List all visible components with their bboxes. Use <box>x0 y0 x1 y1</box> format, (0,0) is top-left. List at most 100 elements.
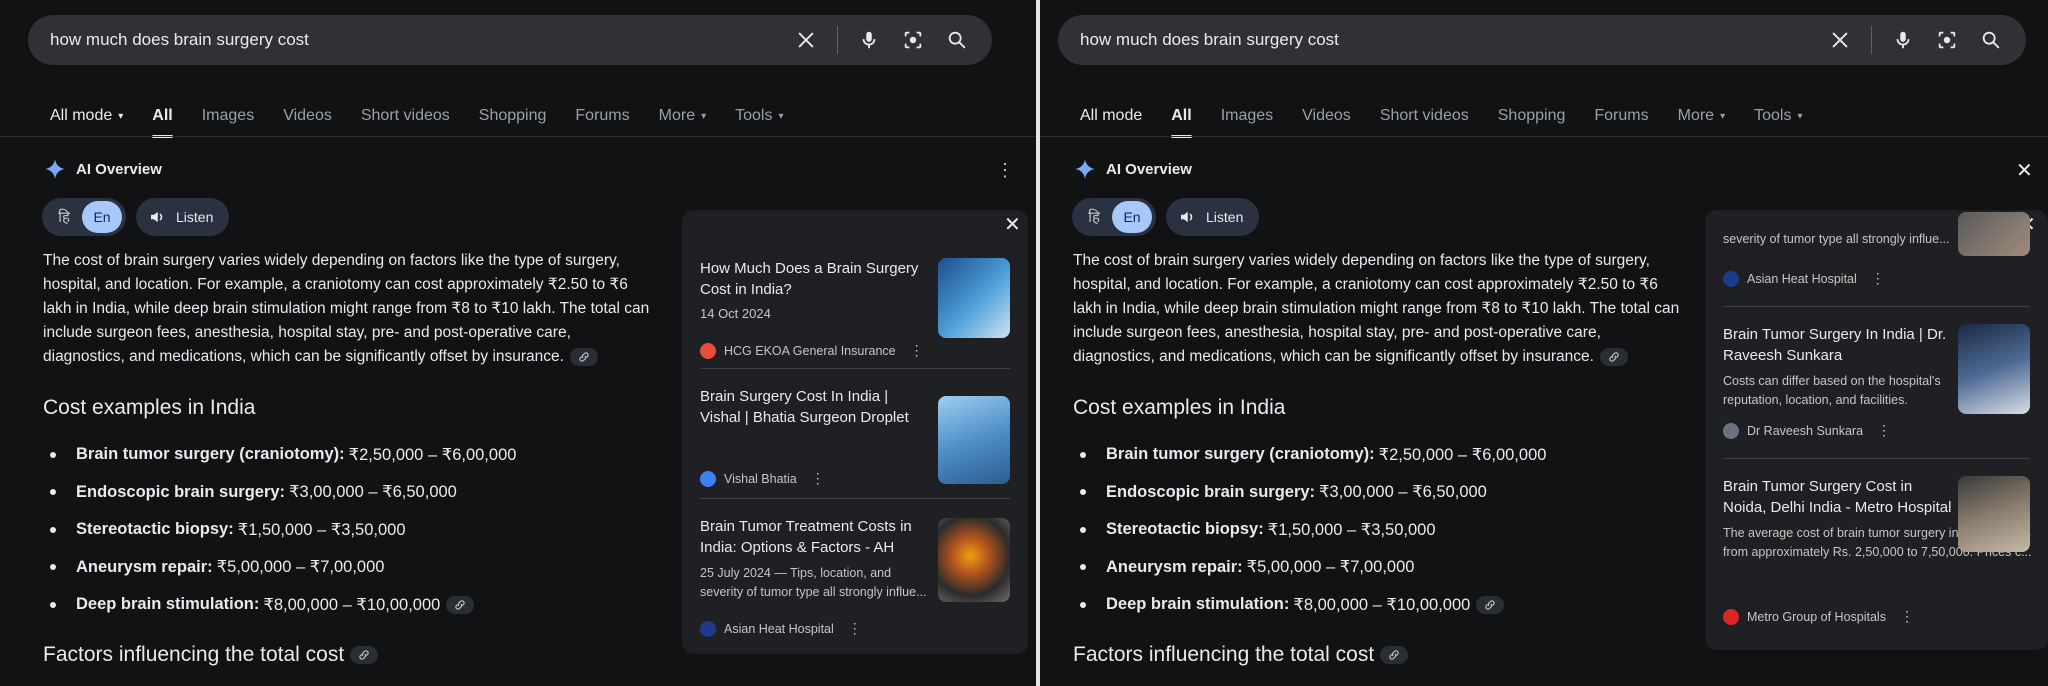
source-site[interactable]: HCG EKOA General Insurance ⋮ <box>700 342 924 359</box>
source-title[interactable]: Brain Tumor Treatment Costs in India: Op… <box>700 516 932 558</box>
link-icon[interactable] <box>446 595 475 614</box>
tab-videos[interactable]: Videos <box>1302 98 1351 134</box>
left-screenshot: how much does brain surgery cost All mod… <box>0 0 1036 686</box>
link-icon[interactable] <box>1380 646 1409 664</box>
cost-range: ₹3,00,000 – ₹6,50,000 <box>1319 483 1487 502</box>
cost-range: ₹1,50,000 – ₹3,50,000 <box>237 520 406 539</box>
thumbnail-image[interactable] <box>938 396 1010 484</box>
tab-images[interactable]: Images <box>202 98 254 134</box>
source-name: HCG EKOA General Insurance <box>724 343 896 358</box>
clear-icon[interactable] <box>1827 27 1853 53</box>
tab-all[interactable]: All <box>152 98 174 138</box>
link-icon[interactable] <box>569 347 598 366</box>
tab-all[interactable]: All <box>1171 98 1193 138</box>
favicon-icon <box>700 470 716 487</box>
search-bar[interactable]: how much does brain surgery cost <box>1058 15 2026 65</box>
search-divider <box>1871 26 1872 54</box>
source-card[interactable]: severity of tumor type all strongly infl… <box>1723 212 2030 292</box>
search-icon[interactable] <box>944 27 970 53</box>
more-options-icon[interactable]: ⋮ <box>848 620 862 637</box>
search-input[interactable]: how much does brain surgery cost <box>1058 30 1827 50</box>
list-item: Deep brain stimulation: ₹8,00,000 – ₹10,0… <box>50 586 516 624</box>
source-card[interactable]: Brain Tumor Surgery Cost in Noida, Delhi… <box>1723 476 2031 636</box>
source-title[interactable]: Brain Surgery Cost In India | Vishal | B… <box>700 386 932 428</box>
close-icon[interactable]: ✕ <box>1004 212 1021 237</box>
source-title[interactable]: How Much Does a Brain Surgery Cost in In… <box>700 258 932 300</box>
mic-icon[interactable] <box>856 27 882 53</box>
source-card[interactable]: How Much Does a Brain Surgery Cost in In… <box>700 258 1010 359</box>
ai-overview-title: AI Overview <box>1106 160 1192 178</box>
lang-hindi[interactable]: हि <box>1076 207 1112 227</box>
thumbnail-image[interactable] <box>938 518 1010 602</box>
favicon-icon <box>700 342 716 359</box>
link-icon[interactable] <box>1476 595 1505 614</box>
chevron-down-icon: ▾ <box>701 110 707 122</box>
tools-button[interactable]: Tools ▾ <box>735 98 783 134</box>
listen-button[interactable]: Listen <box>1166 198 1260 236</box>
tab-more[interactable]: More ▾ <box>1678 98 1725 134</box>
search-icon[interactable] <box>1978 27 2004 53</box>
tab-forums[interactable]: Forums <box>575 98 629 134</box>
listen-button[interactable]: Listen <box>136 198 230 236</box>
more-options-icon[interactable]: ⋮ <box>996 160 1014 181</box>
source-site[interactable]: Asian Heat Hospital ⋮ <box>1723 270 1885 287</box>
link-icon[interactable] <box>1599 347 1628 366</box>
list-item: Brain tumor surgery (craniotomy): ₹2,50,0… <box>50 436 516 474</box>
cost-examples-heading: Cost examples in India <box>1073 396 1286 419</box>
lens-icon[interactable] <box>1934 27 1960 53</box>
thumbnail-image[interactable] <box>1958 212 2030 256</box>
cost-range: ₹5,00,000 – ₹7,00,000 <box>216 558 385 577</box>
source-site[interactable]: Vishal Bhatia ⋮ <box>700 470 825 487</box>
source-name: Asian Heat Hospital <box>724 621 834 636</box>
search-input[interactable]: how much does brain surgery cost <box>28 30 793 50</box>
list-item: Endoscopic brain surgery: ₹3,00,000 – ₹6,… <box>50 474 516 512</box>
list-item: Stereotactic biopsy: ₹1,50,000 – ₹3,50,00… <box>1080 511 1546 549</box>
clear-icon[interactable] <box>793 27 819 53</box>
more-options-icon[interactable]: ⋮ <box>811 470 825 487</box>
lang-english[interactable]: En <box>82 201 122 233</box>
tab-all-mode[interactable]: All mode ▾ <box>50 98 123 134</box>
search-bar[interactable]: how much does brain surgery cost <box>28 15 992 65</box>
thumbnail-image[interactable] <box>938 258 1010 338</box>
thumbnail-image[interactable] <box>1958 324 2030 414</box>
cost-range: ₹3,00,000 – ₹6,50,000 <box>289 483 457 502</box>
source-site[interactable]: Dr Raveesh Sunkara ⋮ <box>1723 422 1891 439</box>
tools-button[interactable]: Tools ▾ <box>1754 98 1802 134</box>
card-divider <box>1723 306 2030 307</box>
tab-more[interactable]: More ▾ <box>659 98 706 134</box>
tab-all-mode[interactable]: All mode <box>1080 98 1142 134</box>
source-title[interactable]: Brain Tumor Surgery In India | Dr. Ravee… <box>1723 324 1955 366</box>
lang-hindi[interactable]: हि <box>46 207 82 227</box>
source-site[interactable]: Metro Group of Hospitals ⋮ <box>1723 608 1914 625</box>
source-card[interactable]: Brain Tumor Surgery In India | Dr. Ravee… <box>1723 324 2030 444</box>
chevron-down-icon: ▾ <box>778 110 784 122</box>
tab-short-videos[interactable]: Short videos <box>1380 98 1469 134</box>
thumbnail-image[interactable] <box>1958 476 2030 552</box>
language-toggle[interactable]: हि En <box>42 198 126 236</box>
bullet <box>1080 451 1086 458</box>
tab-images[interactable]: Images <box>1221 98 1273 134</box>
lang-english[interactable]: En <box>1112 201 1152 233</box>
more-options-icon[interactable]: ⋮ <box>1877 422 1891 439</box>
tab-shopping[interactable]: Shopping <box>1498 98 1566 134</box>
source-site[interactable]: Asian Heat Hospital ⋮ <box>700 620 862 637</box>
favicon-icon <box>700 620 716 637</box>
close-overview-icon[interactable]: ✕ <box>2016 158 2033 183</box>
cost-examples-heading: Cost examples in India <box>43 396 256 419</box>
more-options-icon[interactable]: ⋮ <box>910 342 924 359</box>
language-toggle[interactable]: हि En <box>1072 198 1156 236</box>
source-title[interactable]: Brain Tumor Surgery Cost in Noida, Delhi… <box>1723 476 1955 518</box>
more-options-icon[interactable]: ⋮ <box>1900 608 1914 625</box>
source-card[interactable]: Brain Tumor Treatment Costs in India: Op… <box>700 516 1010 637</box>
lens-icon[interactable] <box>900 27 926 53</box>
tab-videos[interactable]: Videos <box>283 98 332 134</box>
mic-icon[interactable] <box>1890 27 1916 53</box>
tab-shopping[interactable]: Shopping <box>479 98 547 134</box>
link-icon[interactable] <box>350 646 379 664</box>
more-options-icon[interactable]: ⋮ <box>1871 270 1885 287</box>
tab-forums[interactable]: Forums <box>1594 98 1648 134</box>
bullet <box>50 601 56 608</box>
source-card[interactable]: Brain Surgery Cost In India | Vishal | B… <box>700 386 1010 487</box>
cost-name: Aneurysm repair: <box>76 557 213 576</box>
tab-short-videos[interactable]: Short videos <box>361 98 450 134</box>
